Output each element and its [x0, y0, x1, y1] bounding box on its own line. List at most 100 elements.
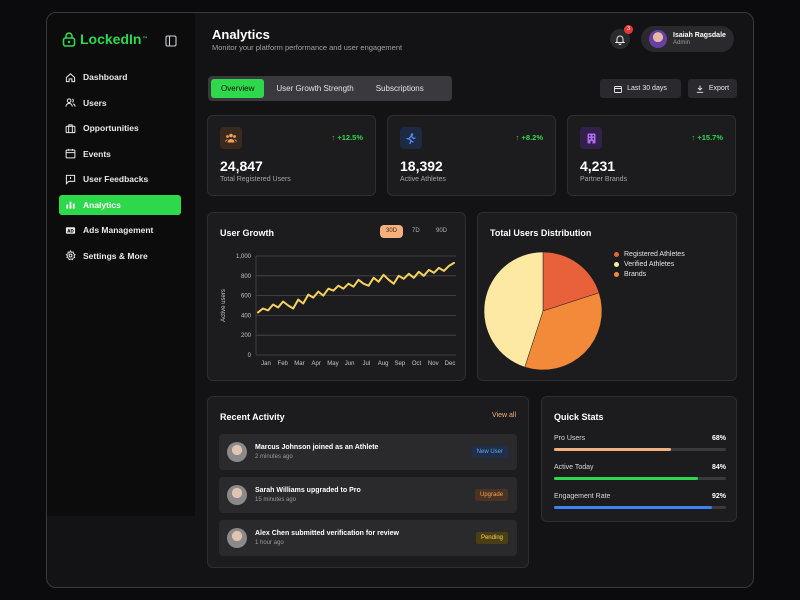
- status-badge: New User: [471, 446, 508, 458]
- sidebar-item-dashboard[interactable]: Dashboard: [59, 67, 181, 87]
- sidebar-toggle-icon[interactable]: [165, 35, 177, 47]
- activity-text: Alex Chen submitted verification for rev…: [255, 530, 399, 537]
- quick-stats-card: Quick Stats Pro Users 68% Active Today 8…: [541, 396, 737, 522]
- stat-delta: ↑ +12.5%: [331, 133, 364, 142]
- range-7d-button[interactable]: 7D: [406, 225, 426, 238]
- sidebar-item-label: Opportunities: [83, 123, 139, 133]
- sidebar: LockedIn ™ Dashboard Users Opportunities…: [47, 13, 195, 516]
- user-profile-menu[interactable]: Isaiah Ragsdale Admin: [641, 26, 734, 52]
- avatar: [649, 30, 667, 48]
- stat-value: 18,392: [400, 158, 443, 174]
- tab-overview[interactable]: Overview: [211, 79, 265, 98]
- quick-stat-value: 68%: [711, 435, 726, 442]
- app-trademark: ™: [142, 36, 148, 42]
- stat-value: 4,231: [580, 158, 616, 174]
- range-30d-button[interactable]: 30D: [380, 225, 404, 238]
- notifications-button[interactable]: 3: [610, 25, 633, 49]
- user-role: Admin: [673, 40, 691, 46]
- bell-icon: [615, 35, 625, 45]
- quick-stat-label: Engagement Rate: [554, 493, 611, 500]
- chart-title: User Growth: [220, 228, 275, 238]
- activity-text: Sarah Williams upgraded to Pro: [255, 487, 361, 494]
- y-tick-label: 800: [241, 274, 252, 280]
- quick-stat-value: 84%: [711, 464, 726, 471]
- building-icon: [580, 127, 602, 149]
- x-tick-label: Mar: [294, 361, 304, 367]
- date-range-button[interactable]: Last 30 days: [600, 79, 681, 98]
- activity-text: Marcus Johnson joined as an Athlete: [255, 444, 379, 451]
- pie-legend: Registered Athletes Verified Athletes Br…: [614, 251, 685, 281]
- lock-logo-icon: [62, 31, 76, 47]
- y-tick-label: 200: [241, 333, 252, 339]
- sidebar-nav: Dashboard Users Opportunities Events Use…: [59, 67, 181, 271]
- progress-track: [554, 506, 726, 509]
- tab-user-growth-strength[interactable]: User Growth Strength: [266, 79, 363, 98]
- home-icon: [65, 72, 76, 82]
- export-label: Export: [708, 85, 730, 92]
- activity-item[interactable]: Alex Chen submitted verification for rev…: [219, 520, 517, 556]
- user-growth-card: User Growth 30D 7D 90D 0 200 400 600 800 1,00…: [207, 212, 466, 381]
- page-subtitle: Monitor your platform performance and us…: [212, 43, 403, 52]
- activity-time: 2 minutes ago: [255, 454, 293, 460]
- x-tick-label: Jul: [363, 361, 371, 367]
- activity-time: 1 hour ago: [255, 540, 284, 546]
- sidebar-item-label: User Feedbacks: [83, 174, 149, 184]
- legend-swatch: [614, 262, 619, 267]
- legend-item: Registered Athletes: [614, 251, 685, 258]
- user-growth-line-chart: 0 200 400 600 800 1,000 Jan Feb Mar Apr May Jun Jul A…: [221, 254, 456, 367]
- sidebar-item-user-feedbacks[interactable]: User Feedbacks: [59, 169, 181, 189]
- status-badge: Upgrade: [474, 489, 508, 501]
- stat-label: Active Athletes: [400, 176, 446, 183]
- download-icon: [696, 85, 704, 93]
- calendar-icon: [65, 148, 76, 159]
- bar-chart-icon: [66, 201, 75, 209]
- tab-bar: Overview User Growth Strength Subscripti…: [208, 76, 452, 101]
- avatar: [227, 442, 247, 462]
- avatar: [227, 485, 247, 505]
- sidebar-item-settings[interactable]: Settings & More: [59, 246, 181, 266]
- stat-card-active-athletes: ↑ +8.2% 18,392 Active Athletes: [387, 115, 556, 196]
- sidebar-item-label: Settings & More: [83, 250, 148, 261]
- user-name: Isaiah Ragsdale: [673, 32, 726, 39]
- progress-track: [554, 477, 726, 480]
- range-90d-button[interactable]: 90D: [430, 225, 453, 238]
- legend-swatch: [614, 272, 619, 277]
- sidebar-item-events[interactable]: Events: [59, 144, 181, 164]
- recent-activity-card: Recent Activity View all Marcus Johnson …: [207, 396, 529, 568]
- x-tick-label: Jun: [345, 361, 355, 367]
- stat-delta: ↑ +15.7%: [691, 133, 724, 142]
- x-tick-label: Oct: [412, 361, 422, 367]
- progress-fill: [554, 506, 713, 509]
- y-tick-label: 400: [241, 313, 252, 319]
- x-tick-label: Apr: [312, 361, 321, 367]
- sidebar-item-ads-management[interactable]: AD Ads Management: [59, 220, 181, 240]
- message-icon: [65, 174, 76, 185]
- x-tick-label: Dec: [445, 361, 456, 367]
- sidebar-item-label: Dashboard: [83, 72, 128, 82]
- sidebar-item-analytics[interactable]: Analytics: [59, 194, 181, 215]
- x-tick-label: Aug: [378, 361, 389, 367]
- sidebar-item-opportunities[interactable]: Opportunities: [59, 118, 181, 138]
- gear-icon: [65, 250, 76, 261]
- progress-track: [554, 448, 726, 451]
- sidebar-item-label: Ads Management: [83, 225, 154, 235]
- quick-stat-label: Pro Users: [554, 435, 586, 442]
- app-logo[interactable]: LockedIn ™: [62, 31, 147, 47]
- stat-label: Partner Brands: [580, 176, 628, 183]
- sidebar-item-label: Analytics: [83, 199, 121, 210]
- export-button[interactable]: Export: [688, 79, 737, 98]
- notification-count-badge: 3: [624, 25, 633, 34]
- users-distribution-pie-chart: [484, 251, 603, 371]
- activity-item[interactable]: Sarah Williams upgraded to Pro 15 minute…: [219, 477, 517, 513]
- view-all-link[interactable]: View all: [492, 412, 516, 419]
- sidebar-item-users[interactable]: Users: [59, 93, 181, 113]
- y-tick-label: 1,000: [236, 254, 252, 260]
- calendar-icon: [614, 85, 623, 93]
- avatar: [227, 528, 247, 548]
- activity-item[interactable]: Marcus Johnson joined as an Athlete 2 mi…: [219, 434, 517, 470]
- x-tick-label: Sep: [394, 361, 405, 367]
- series-line: [257, 261, 455, 314]
- page-title: Analytics: [212, 27, 270, 42]
- x-tick-label: May: [327, 361, 338, 367]
- tab-subscriptions[interactable]: Subscriptions: [366, 79, 434, 98]
